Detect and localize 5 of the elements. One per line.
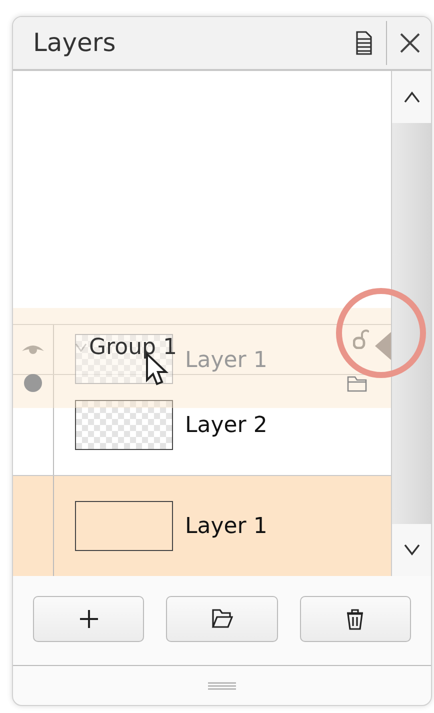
layer-name: Layer 1: [185, 512, 268, 540]
layer-name: Group 1: [89, 335, 177, 361]
panel-title: Layers: [33, 27, 116, 60]
ghost-layer-name: Layer 1: [185, 347, 268, 375]
layer-name: Layer 2: [185, 412, 268, 440]
